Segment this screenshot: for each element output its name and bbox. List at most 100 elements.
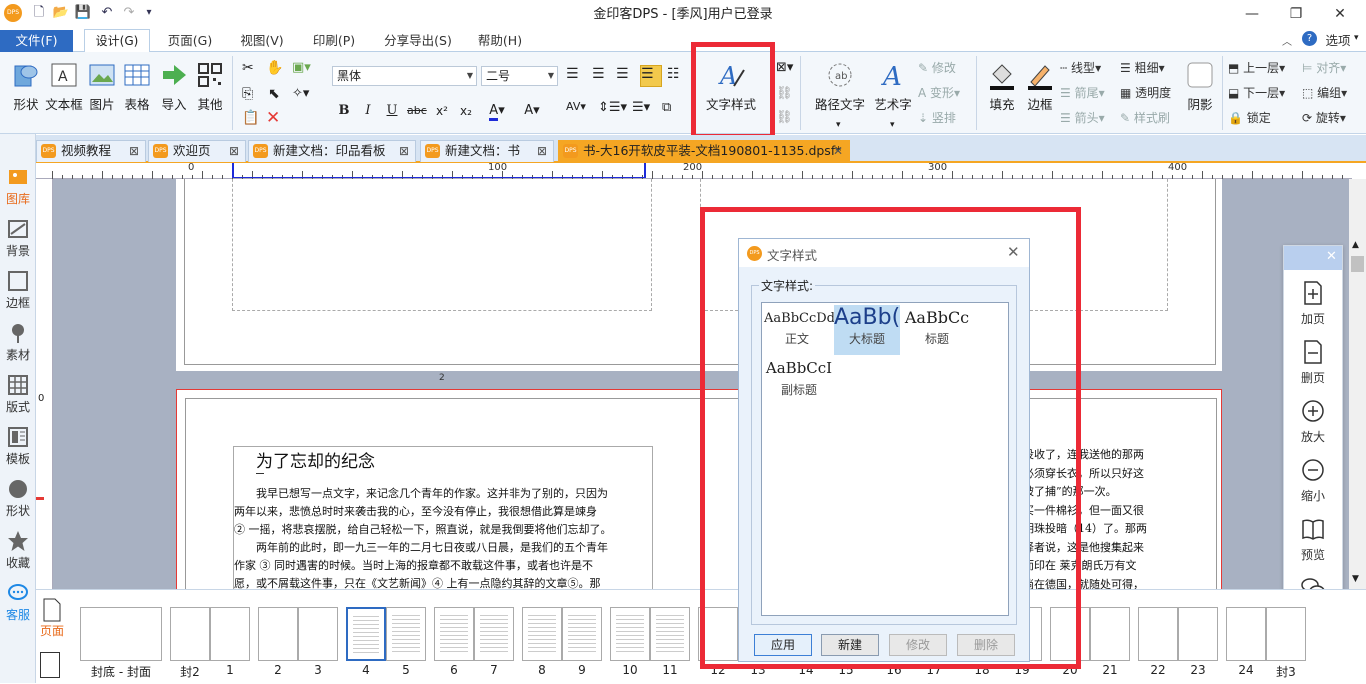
style-item-heading[interactable]: AaBbCc 标题 bbox=[904, 305, 970, 355]
delete-style-button[interactable]: 删除 bbox=[957, 634, 1015, 656]
pointer-icon[interactable]: ⬉ bbox=[268, 86, 280, 102]
vertical-button[interactable]: ⇣ 竖排 bbox=[918, 108, 956, 128]
panel-close-icon[interactable]: ✕ bbox=[1326, 249, 1337, 264]
copy-icon[interactable]: ⎘ bbox=[242, 86, 253, 102]
tab-page[interactable]: 页面(G) bbox=[160, 30, 220, 52]
italic-button[interactable]: I bbox=[358, 100, 378, 120]
font-color-button[interactable]: A▾ bbox=[480, 100, 514, 121]
close-tab-icon[interactable]: ✕ bbox=[833, 141, 843, 161]
page-thumbnail[interactable] bbox=[258, 607, 298, 661]
subscript-button[interactable]: x₂ bbox=[456, 100, 476, 120]
image-button[interactable]: 图片 bbox=[86, 60, 118, 113]
file-menu[interactable]: 文件(F) bbox=[0, 30, 73, 52]
opacity-button[interactable]: ▦ 透明度 bbox=[1120, 83, 1171, 103]
page-thumbnail[interactable] bbox=[610, 607, 650, 661]
sidebar-item-layout[interactable]: 版式 bbox=[0, 374, 36, 415]
format-image-icon[interactable]: ▣▾ bbox=[292, 60, 311, 75]
modify-button[interactable]: ✎ 修改 bbox=[918, 58, 956, 78]
zoom-in-button[interactable]: 放大 bbox=[1284, 398, 1342, 445]
delete-page-button[interactable]: 删页 bbox=[1284, 339, 1342, 386]
fill-button[interactable]: 填充 bbox=[982, 60, 1022, 113]
page-thumbnail[interactable] bbox=[562, 607, 602, 661]
text-frame-icon[interactable]: ⧉ bbox=[662, 100, 671, 115]
collapse-ribbon-icon[interactable]: ︿ bbox=[1282, 33, 1292, 48]
sidebar-item-material[interactable]: 素材 bbox=[0, 322, 36, 363]
char-spacing-icon[interactable]: AV▾ bbox=[566, 100, 586, 113]
style-item-heading1[interactable]: AaBb( 大标题 bbox=[834, 305, 900, 355]
align-right-icon[interactable]: ☰ bbox=[616, 66, 636, 86]
text-crop-icon[interactable]: ⊠▾ bbox=[776, 60, 793, 75]
bring-forward-button[interactable]: ⬒ 上一层▾ bbox=[1228, 58, 1285, 78]
page-thumbnail[interactable] bbox=[522, 607, 562, 661]
sidebar-item-border[interactable]: 边框 bbox=[0, 270, 36, 311]
magic-wand-icon[interactable]: ✧▾ bbox=[292, 86, 309, 101]
tab-design[interactable]: 设计(G) bbox=[84, 29, 150, 53]
apply-button[interactable]: 应用 bbox=[754, 634, 812, 656]
modify-style-button[interactable]: 修改 bbox=[889, 634, 947, 656]
format-painter-button[interactable]: ✎ 样式刷 bbox=[1120, 108, 1170, 128]
align-left-icon[interactable]: ☰ bbox=[566, 66, 586, 86]
lock-button[interactable]: 🔒 锁定 bbox=[1228, 108, 1271, 128]
doc-tab-book[interactable]: DPS 新建文档：书 ⊠ bbox=[420, 140, 554, 162]
import-button[interactable]: 导入 bbox=[158, 60, 190, 113]
page-thumbnail[interactable] bbox=[474, 607, 514, 661]
sidebar-item-support[interactable]: 客服 bbox=[0, 582, 36, 623]
zoom-out-button[interactable]: 缩小 bbox=[1284, 457, 1342, 504]
scroll-thumb[interactable] bbox=[1351, 256, 1364, 272]
transform-button[interactable]: A 变形▾ bbox=[918, 83, 960, 103]
close-tab-icon[interactable]: ⊠ bbox=[537, 141, 547, 161]
doc-tab-video[interactable]: DPS 视频教程 ⊠ bbox=[36, 140, 146, 162]
tab-print[interactable]: 印刷(P) bbox=[304, 30, 364, 52]
preview-button[interactable]: 预览 bbox=[1284, 516, 1342, 563]
text-frame[interactable]: 为了忘却的纪念 我早已想写一点文字，来记念几个青年的作家。这并非为了别的，只因为… bbox=[233, 446, 653, 589]
page-thumbnail[interactable] bbox=[170, 607, 210, 661]
paste-icon[interactable]: 📋 bbox=[242, 110, 259, 126]
tab-help[interactable]: 帮助(H) bbox=[470, 30, 530, 52]
page-thumbnail[interactable] bbox=[1138, 607, 1178, 661]
scroll-down-icon[interactable]: ▼ bbox=[1352, 574, 1359, 584]
close-button[interactable]: ✕ bbox=[1322, 2, 1358, 26]
table-button[interactable]: 表格 bbox=[120, 60, 154, 113]
font-family-select[interactable]: 黑体 ▼ bbox=[332, 66, 477, 86]
line-type-button[interactable]: ┄ 线型▾ bbox=[1060, 58, 1101, 78]
page-thumbnail[interactable] bbox=[1266, 607, 1306, 661]
minimize-button[interactable]: — bbox=[1234, 2, 1270, 26]
strikethrough-button[interactable]: abc bbox=[406, 100, 427, 120]
doc-tab-board[interactable]: DPS 新建文档：印品看板 ⊠ bbox=[248, 140, 416, 162]
superscript-button[interactable]: x² bbox=[432, 100, 452, 120]
page-thumbnail[interactable] bbox=[434, 607, 474, 661]
add-page-button[interactable]: 加页 bbox=[1284, 280, 1342, 327]
doc-tab-active[interactable]: DPS 书-大16开软皮平装-文档190801-1135.dpsf* ✕ bbox=[558, 140, 850, 162]
path-text-chevron-icon[interactable]: ▾ bbox=[836, 120, 841, 130]
text-frame[interactable] bbox=[232, 179, 652, 311]
link-icon[interactable]: ⛓ bbox=[776, 86, 793, 101]
justify-icon[interactable]: ☰ bbox=[640, 65, 662, 87]
tab-view[interactable]: 视图(V) bbox=[232, 30, 292, 52]
align-button[interactable]: ⊨ 对齐▾ bbox=[1302, 58, 1346, 78]
help-icon[interactable]: ? bbox=[1302, 31, 1317, 46]
options-chevron-icon[interactable]: ▾ bbox=[1354, 33, 1359, 43]
scroll-up-icon[interactable]: ▲ bbox=[1352, 240, 1359, 250]
shape-button[interactable]: 形状 bbox=[8, 60, 44, 113]
other-button[interactable]: 其他 bbox=[194, 60, 226, 113]
close-tab-icon[interactable]: ⊠ bbox=[229, 141, 239, 161]
hand-icon[interactable]: ✋ bbox=[266, 60, 283, 76]
sidebar-item-template[interactable]: 模板 bbox=[0, 426, 36, 467]
distribute-icon[interactable]: ☷ bbox=[667, 66, 687, 86]
options-menu[interactable]: 选项 bbox=[1320, 30, 1356, 52]
rotate-button[interactable]: ⟳ 旋转▾ bbox=[1302, 108, 1346, 128]
sidebar-item-background[interactable]: 背景 bbox=[0, 218, 36, 259]
page-thumbnail[interactable] bbox=[650, 607, 690, 661]
page-thumbnail[interactable] bbox=[1178, 607, 1218, 661]
arrow-tail-button[interactable]: ☰ 箭尾▾ bbox=[1060, 83, 1105, 103]
weight-button[interactable]: ☰ 粗细▾ bbox=[1120, 58, 1165, 78]
page-thumbnail[interactable] bbox=[1226, 607, 1266, 661]
sidebar-item-shape[interactable]: 形状 bbox=[0, 478, 36, 519]
unlink-icon[interactable]: ⛓ bbox=[776, 110, 793, 125]
border-button[interactable]: 边框 bbox=[1020, 60, 1060, 113]
close-tab-icon[interactable]: ⊠ bbox=[129, 141, 139, 161]
doc-tab-welcome[interactable]: DPS 欢迎页 ⊠ bbox=[148, 140, 246, 162]
sidebar-item-gallery[interactable]: 图库 bbox=[0, 166, 36, 207]
style-list[interactable]: AaBbCcDd 正文 AaBb( 大标题 AaBbCc 标题 AaBbCcI … bbox=[761, 302, 1009, 616]
shadow-button[interactable]: 阴影 bbox=[1182, 60, 1218, 113]
